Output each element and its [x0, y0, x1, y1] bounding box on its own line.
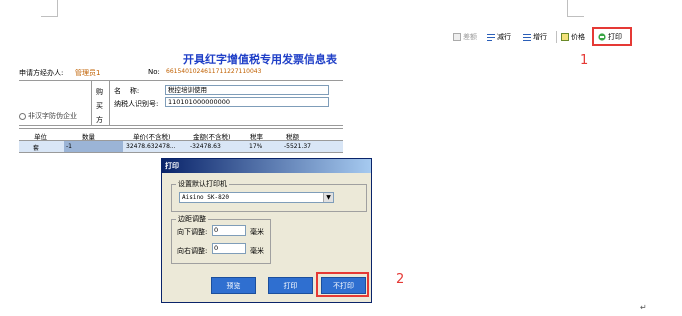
printer-select[interactable]: Aisino SK-820 ▼: [179, 192, 334, 203]
buyer-side-label: 购 买 方: [96, 88, 103, 124]
no-label: No:: [148, 68, 160, 76]
down-adjust-label: 向下调整:: [177, 228, 208, 236]
column-header-quantity: 数量: [82, 133, 95, 141]
down-adjust-unit: 毫米: [250, 228, 264, 236]
toolbar-add-row-label: 增行: [533, 33, 547, 41]
no-value: 6615401024611711227110043: [166, 68, 262, 75]
cell-quantity[interactable]: -1: [66, 143, 72, 150]
page-corner-mark-left: [41, 0, 58, 17]
toolbar-diff-button[interactable]: 差额: [453, 31, 477, 43]
column-header-tax-rate: 税率: [250, 133, 263, 141]
printer-select-value: Aisino SK-820: [182, 194, 229, 201]
add-row-icon: [523, 33, 531, 41]
buyer-taxid-label: 纳税人识别号:: [114, 100, 159, 108]
form-title: 开具红字增值税专用发票信息表: [183, 53, 337, 66]
table-top-border: [19, 128, 343, 129]
radio-icon: [19, 112, 26, 120]
buyer-taxid-field[interactable]: 110101000000000: [165, 97, 329, 107]
toolbar-delete-row-label: 减行: [497, 33, 511, 41]
print-button[interactable]: 打印: [268, 277, 313, 294]
column-header-unit-price: 单价(不含税): [133, 133, 171, 141]
toolbar-separator: [556, 31, 557, 43]
buyer-block-bottom-border: [19, 125, 343, 126]
toolbar-delete-row-button[interactable]: 减行: [487, 31, 511, 43]
annotation-marker-2: 2: [396, 272, 405, 287]
price-icon: [561, 33, 569, 41]
right-adjust-input[interactable]: 0: [212, 243, 246, 254]
printer-group-label: 设置默认打印机: [176, 179, 229, 189]
buyer-name-field[interactable]: 税控培训使用: [165, 85, 329, 95]
return-arrow-icon: ↵: [640, 303, 647, 312]
margin-group-label: 边距调整: [176, 214, 208, 224]
cell-amount[interactable]: -32478.63: [190, 143, 221, 150]
buyer-block-left-divider: [91, 80, 92, 126]
buyer-name-label: 名 称:: [114, 87, 140, 95]
toolbar-price-label: 价格: [571, 33, 585, 41]
cell-tax-amount[interactable]: -5521.37: [284, 143, 311, 150]
page-corner-mark-right: [567, 0, 584, 17]
annotation-marker-1: 1: [580, 53, 589, 68]
column-header-unit: 单位: [34, 133, 47, 141]
print-dialog-title: 打印: [162, 159, 371, 173]
cell-tax-rate[interactable]: 17%: [249, 143, 262, 150]
applicant-value: 管理员1: [75, 69, 101, 77]
table-bottom-border: [19, 152, 343, 153]
non-anti-fake-option[interactable]: 非汉字防伪企业: [19, 111, 77, 121]
toolbar-price-button[interactable]: 价格: [561, 31, 585, 43]
column-header-tax-amount: 税额: [286, 133, 299, 141]
right-adjust-label: 向右调整:: [177, 247, 208, 255]
down-adjust-input[interactable]: 0: [212, 225, 246, 236]
chevron-down-icon[interactable]: ▼: [323, 193, 333, 202]
applicant-label: 申请方经办人:: [19, 69, 64, 77]
cell-unit-price[interactable]: 32478.632478...: [126, 143, 176, 150]
quantity-cell-highlight: [64, 141, 123, 152]
buyer-block-top-border: [19, 80, 343, 81]
no-print-highlight-box: [316, 272, 369, 297]
delete-row-icon: [487, 33, 495, 41]
preview-button[interactable]: 预览: [211, 277, 256, 294]
toolbar-diff-label: 差额: [463, 33, 477, 41]
print-highlight-box: [592, 27, 632, 46]
toolbar-add-row-button[interactable]: 增行: [523, 31, 547, 43]
right-adjust-unit: 毫米: [250, 247, 264, 255]
buyer-block-right-divider: [109, 80, 110, 126]
column-header-amount: 金额(不含税): [193, 133, 231, 141]
cell-unit[interactable]: 套: [33, 143, 39, 152]
diff-icon: [453, 33, 461, 41]
